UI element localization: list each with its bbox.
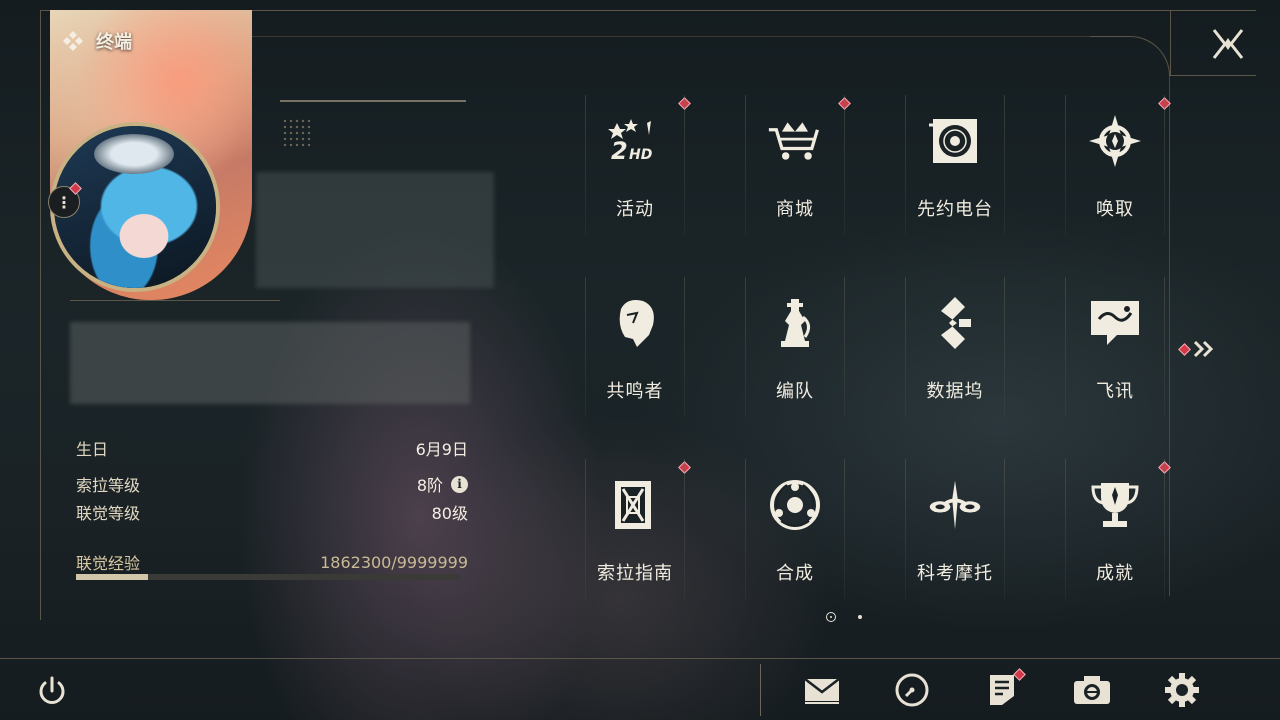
union-exp-progress-bar — [76, 574, 460, 580]
sola-level-label: 索拉等级 — [76, 476, 141, 495]
menu-item-label: 科考摩托 — [917, 563, 993, 584]
signature-redacted — [70, 322, 470, 404]
clock-button[interactable] — [892, 670, 932, 710]
menu-item-label: 商城 — [776, 199, 814, 220]
motorcycle-icon — [927, 477, 983, 533]
frame-right-line — [1169, 76, 1170, 596]
page-dot-active[interactable] — [826, 612, 836, 622]
menu-item-label: 编队 — [776, 381, 814, 402]
page-indicator — [826, 612, 862, 622]
union-level-row: 联觉等级 80级 — [76, 500, 468, 524]
menu-item-resonator-profile[interactable]: 共鸣者 — [585, 277, 685, 417]
menu-item-data-bank[interactable]: 数据坞 — [905, 277, 1005, 417]
menu-item-label: 数据坞 — [926, 381, 984, 402]
sola-level-value: 8阶 — [416, 476, 443, 495]
radio-record-icon — [927, 113, 983, 169]
info-icon[interactable]: i — [451, 475, 468, 493]
page-title: 终端 — [62, 28, 132, 54]
settings-gear-icon — [1165, 673, 1199, 707]
more-vertical-icon: ⋮ — [56, 192, 72, 212]
badge-dot — [678, 461, 691, 474]
menu-item-convene-compass[interactable]: 唤取 — [1065, 95, 1171, 235]
menu-item-events-2hd[interactable]: 2 HD 活动 — [585, 95, 691, 235]
badge-dot — [678, 97, 691, 110]
frame-inner-line — [250, 36, 1090, 37]
menu-item-label: 先约电台 — [917, 199, 993, 220]
double-chevron-right-icon — [1193, 340, 1214, 358]
menu-item-radio-record[interactable]: 先约电台 — [905, 95, 1005, 235]
close-button[interactable] — [1208, 24, 1248, 64]
notice-button[interactable] — [982, 668, 1026, 710]
power-button[interactable] — [34, 673, 70, 709]
camera-button[interactable] — [1072, 670, 1112, 710]
menu-item-label: 飞讯 — [1096, 381, 1134, 402]
settings-button[interactable] — [1162, 670, 1202, 710]
menu-item-chat-message[interactable]: 飞讯 — [1065, 277, 1165, 417]
union-exp-label: 联觉经验 — [76, 554, 141, 573]
birthday-label: 生日 — [76, 440, 109, 459]
menu-item-label: 索拉指南 — [597, 563, 673, 584]
badge-dot — [838, 97, 851, 110]
synthesis-icon — [767, 477, 823, 533]
page-dot[interactable] — [858, 615, 862, 619]
union-exp-progress-fill — [76, 574, 148, 580]
power-icon — [39, 676, 65, 704]
resonator-profile-icon — [607, 295, 663, 351]
svg-text:2: 2 — [611, 137, 628, 165]
player-name-redacted — [256, 172, 494, 288]
union-exp-value: 1862300/9999999 — [320, 552, 468, 572]
union-exp-row: 联觉经验 1862300/9999999 — [76, 550, 468, 574]
menu-item-shop-crown-cart[interactable]: 商城 — [745, 95, 851, 235]
menu-item-label: 合成 — [776, 563, 814, 584]
menu-grid: 2 HD 活动 商城 先约电台 唤取共鸣者 编队 数据坞 飞讯索拉指南 合成 科考摩托 成就 — [585, 95, 1171, 599]
name-underline — [280, 100, 466, 102]
sola-level-row: 索拉等级 8阶 i — [76, 472, 468, 496]
profile-options-button[interactable]: ⋮ — [48, 182, 82, 218]
events-2hd-icon: 2 HD — [607, 113, 663, 169]
frame-curve — [1090, 36, 1170, 76]
clock-icon — [895, 673, 929, 707]
badge-dot — [1178, 342, 1191, 356]
menu-item-label: 成就 — [1096, 563, 1134, 584]
title-text: 终端 — [96, 32, 132, 53]
dot-grid-decoration — [282, 118, 312, 148]
menu-item-label: 活动 — [616, 199, 654, 220]
camera-icon — [1074, 676, 1110, 704]
shop-crown-cart-icon — [767, 113, 823, 169]
mail-icon — [804, 678, 840, 704]
notice-icon — [990, 675, 1014, 705]
terminal-diamond-icon — [63, 31, 83, 51]
divider — [70, 300, 280, 301]
close-icon — [1212, 29, 1244, 59]
mail-button[interactable] — [802, 670, 842, 710]
next-page-button[interactable] — [1178, 340, 1215, 358]
menu-item-label: 共鸣者 — [606, 381, 664, 402]
bottom-bar-line — [0, 658, 1280, 659]
chat-message-icon — [1087, 295, 1143, 351]
guidebook-icon — [607, 477, 663, 533]
menu-item-synthesis[interactable]: 合成 — [745, 459, 845, 599]
menu-item-trophy[interactable]: 成就 — [1065, 459, 1171, 599]
data-bank-icon — [927, 295, 983, 351]
menu-item-guidebook[interactable]: 索拉指南 — [585, 459, 691, 599]
convene-compass-icon — [1087, 113, 1143, 169]
birthday-value: 6月9日 — [415, 440, 468, 459]
frame-left-line — [40, 10, 41, 620]
svg-text:HD: HD — [629, 147, 652, 163]
union-level-label: 联觉等级 — [76, 504, 141, 523]
trophy-icon — [1087, 477, 1143, 533]
bottom-divider — [760, 664, 761, 716]
union-level-value: 80级 — [431, 504, 468, 523]
team-chess-icon — [767, 295, 823, 351]
birthday-row: 生日 6月9日 — [76, 436, 468, 460]
menu-item-motorcycle[interactable]: 科考摩托 — [905, 459, 1005, 599]
menu-item-team-chess[interactable]: 编队 — [745, 277, 845, 417]
menu-item-label: 唤取 — [1096, 199, 1134, 220]
